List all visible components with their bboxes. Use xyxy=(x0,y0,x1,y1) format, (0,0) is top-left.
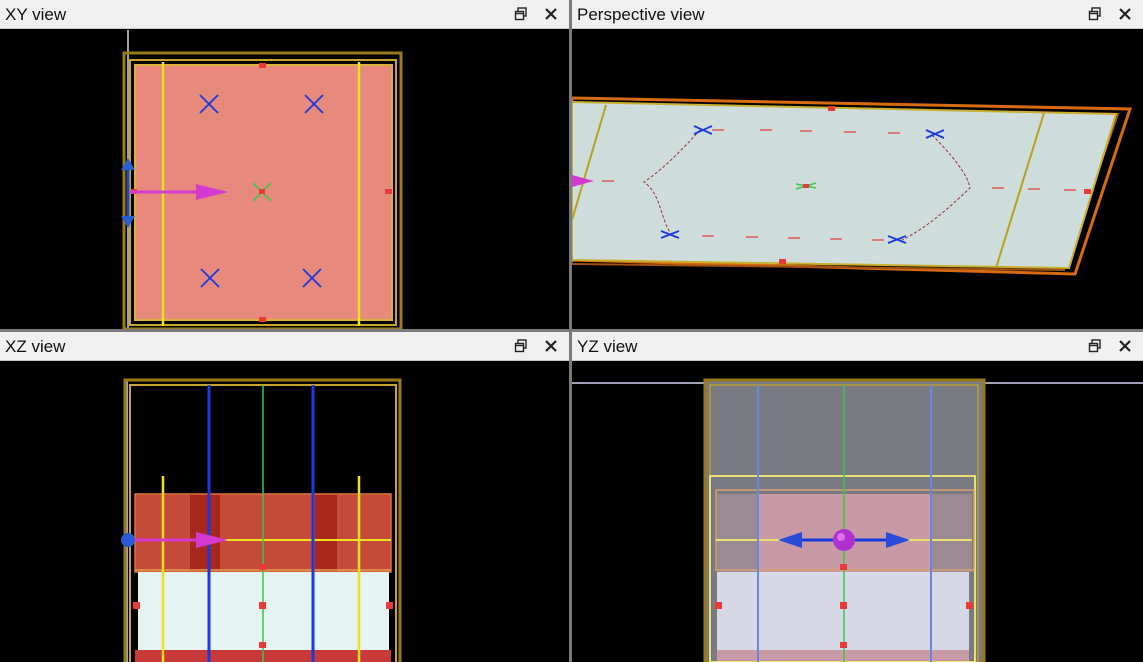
restore-window-icon[interactable] xyxy=(1085,336,1105,356)
pink-block-shade-right xyxy=(930,494,972,572)
xz-view-pane: XZ view xyxy=(0,332,569,662)
handle-right[interactable] xyxy=(386,602,393,609)
handle-bottom[interactable] xyxy=(779,259,786,264)
handle-left[interactable] xyxy=(133,602,140,609)
yz-view-title: YZ view xyxy=(577,337,638,356)
xy-view-titlebar: XY view xyxy=(0,0,569,29)
pivot-handle[interactable] xyxy=(121,533,135,547)
close-icon[interactable] xyxy=(541,4,561,24)
restore-window-icon[interactable] xyxy=(511,336,531,356)
xz-view-title: XZ view xyxy=(5,337,66,356)
xy-view-title: XY view xyxy=(5,5,67,24)
handle-right[interactable] xyxy=(1084,189,1091,194)
yz-viewport[interactable] xyxy=(572,362,1143,662)
perspective-view-titlebar: Perspective view xyxy=(572,0,1143,29)
close-icon[interactable] xyxy=(1115,336,1135,356)
xy-viewport[interactable] xyxy=(0,30,569,329)
pink-block-shade-left xyxy=(717,494,758,572)
perspective-view-title: Perspective view xyxy=(577,5,705,24)
red-block-shade-2 xyxy=(315,494,337,572)
handle-right[interactable] xyxy=(966,602,973,609)
close-icon[interactable] xyxy=(1115,4,1135,24)
handle-top[interactable] xyxy=(259,564,266,570)
handle-bottom[interactable] xyxy=(259,642,266,648)
handle-center[interactable] xyxy=(840,602,847,609)
xz-view-titlebar: XZ view xyxy=(0,332,569,361)
xz-viewport[interactable] xyxy=(0,362,569,662)
red-block-shade-1 xyxy=(190,494,220,572)
plane-surface[interactable] xyxy=(572,102,1116,268)
handle-bottom[interactable] xyxy=(840,642,847,648)
handle-left[interactable] xyxy=(715,602,722,609)
center-handle[interactable] xyxy=(259,189,265,194)
pivot-highlight xyxy=(837,533,845,541)
close-icon[interactable] xyxy=(541,336,561,356)
handle-top[interactable] xyxy=(259,63,266,68)
handle-bottom[interactable] xyxy=(259,317,266,322)
handle-top[interactable] xyxy=(840,564,847,570)
restore-window-icon[interactable] xyxy=(1085,4,1105,24)
restore-window-icon[interactable] xyxy=(511,4,531,24)
yz-view-pane: YZ view xyxy=(572,332,1143,662)
perspective-view-pane: Perspective view xyxy=(572,0,1143,329)
handle-center[interactable] xyxy=(259,602,266,609)
center-handle[interactable] xyxy=(803,184,809,188)
xy-view-pane: XY view xyxy=(0,0,569,329)
handle-right[interactable] xyxy=(385,189,392,194)
perspective-viewport[interactable] xyxy=(572,30,1143,329)
yz-view-titlebar: YZ view xyxy=(572,332,1143,361)
handle-top[interactable] xyxy=(828,106,835,111)
pivot-handle[interactable] xyxy=(833,529,855,551)
